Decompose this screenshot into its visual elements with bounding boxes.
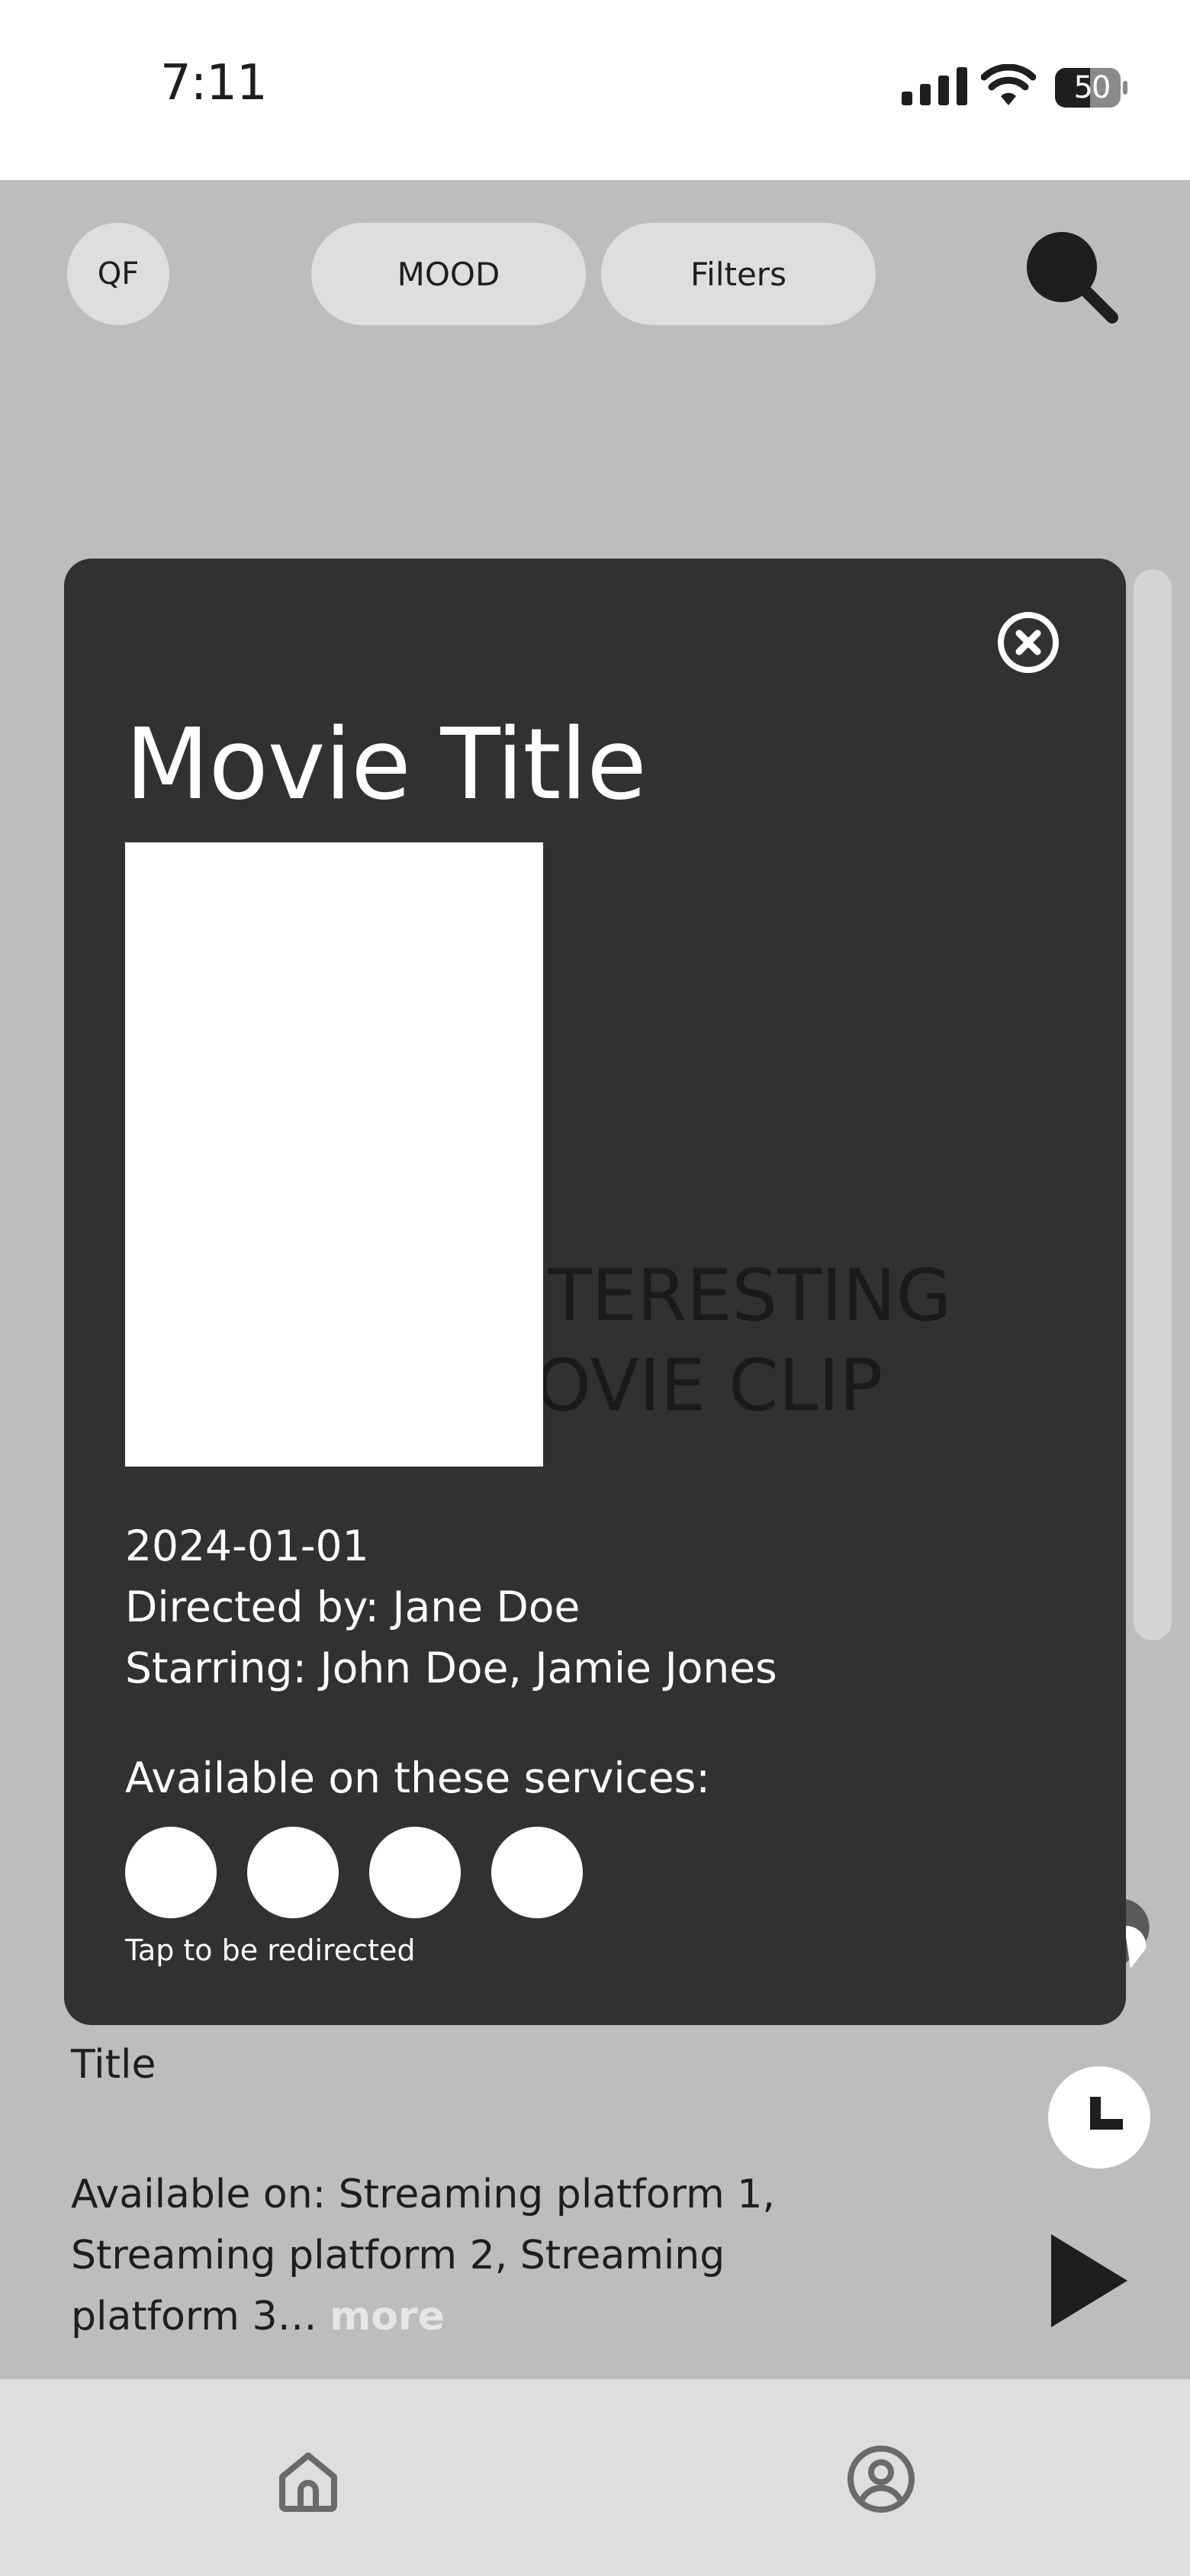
movie-clip-label[interactable]: INTERESTING MOVIE CLIP — [473, 1251, 952, 1431]
scrollbar[interactable] — [1134, 569, 1172, 1641]
play-icon[interactable] — [1048, 2231, 1132, 2330]
wifi-icon — [981, 64, 1036, 105]
service-button-1[interactable] — [125, 1827, 217, 1918]
profile-icon[interactable] — [847, 2445, 915, 2513]
clip-text-line1: INTERESTING — [473, 1254, 952, 1338]
services-heading: Available on these services: — [125, 1753, 710, 1802]
service-button-4[interactable] — [491, 1827, 583, 1918]
status-time: 7:11 — [160, 55, 268, 111]
clock-button[interactable] — [1048, 2066, 1150, 2169]
close-icon[interactable] — [996, 610, 1060, 675]
feed-available-on: Available on: Streaming platform 1, Stre… — [71, 2164, 803, 2347]
clip-text-line2: MOVIE CLIP — [473, 1344, 883, 1428]
more-link[interactable]: more — [330, 2294, 445, 2339]
movie-poster — [125, 842, 543, 1467]
service-button-3[interactable] — [369, 1827, 461, 1918]
clock-icon — [1090, 2097, 1123, 2130]
redirect-hint: Tap to be redirected — [125, 1934, 416, 1967]
starring: Starring: John Doe, Jamie Jones — [125, 1644, 777, 1692]
home-icon[interactable] — [276, 2448, 340, 2512]
signal-icon — [902, 67, 967, 105]
bottom-nav — [0, 2379, 1190, 2576]
filters-button[interactable]: Filters — [601, 223, 876, 325]
release-date: 2024-01-01 — [125, 1521, 369, 1570]
feed-title: Title — [71, 2042, 156, 2088]
battery-level: 50 — [1073, 70, 1111, 105]
movie-title: Movie Title — [125, 708, 647, 822]
qf-button[interactable]: QF — [67, 223, 169, 325]
search-icon[interactable] — [1022, 227, 1121, 327]
status-bar: 7:11 50 — [0, 0, 1190, 180]
mood-button[interactable]: MOOD — [311, 223, 586, 325]
service-button-2[interactable] — [247, 1827, 339, 1918]
director: Directed by: Jane Doe — [125, 1583, 581, 1631]
